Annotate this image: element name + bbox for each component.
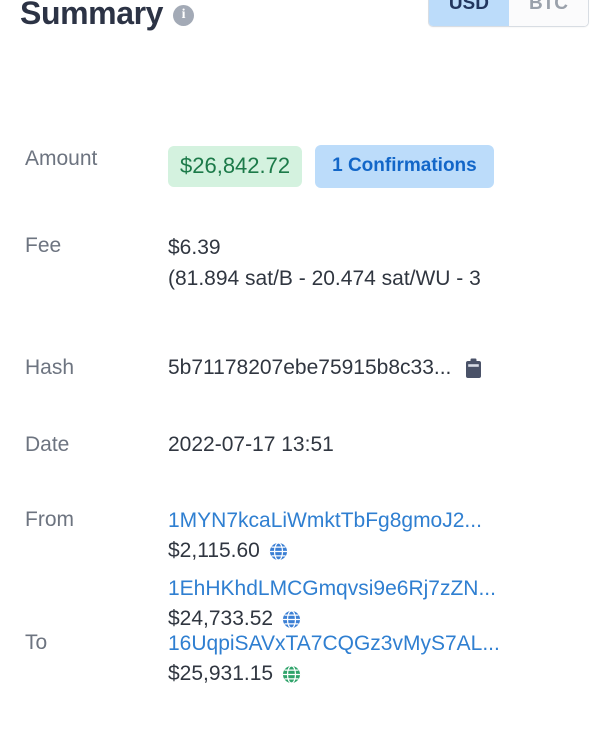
amount-badges: $26,842.72 1 Confirmations [168, 145, 602, 188]
row-label-to: To [25, 631, 48, 654]
to-amount-line: $25,931.15 [168, 659, 602, 689]
fee-amount: $6.39 [168, 236, 221, 259]
from-address-link[interactable]: 1EhHKhdLMCGmqvsi9e6Rj7zZN... [168, 574, 602, 604]
row-value-to: 16UqpiSAVxTA7CQGz3vMyS7AL... $25,931.15 [168, 629, 602, 689]
currency-toggle-btc[interactable]: BTC [508, 0, 588, 26]
amount-badge: $26,842.72 [168, 146, 303, 187]
row-label-amount: Amount [25, 147, 98, 170]
hash-line: 5b71178207ebe75915b8c33... [168, 354, 602, 382]
date-value: 2022-07-17 13:51 [168, 433, 334, 456]
row-amount: Amount $26,842.72 1 Confirmations [0, 132, 602, 228]
row-label-date: Date [25, 433, 70, 456]
row-date: Date 2022-07-17 13:51 [0, 427, 602, 503]
from-address-amount: $2,115.60 [168, 539, 260, 562]
currency-toggle-usd[interactable]: USD [428, 0, 509, 26]
hash-value[interactable]: 5b71178207ebe75915b8c33... [168, 354, 451, 382]
row-value-fee: $6.39 (81.894 sat/B - 20.474 sat/WU - 3 [168, 232, 602, 294]
row-from: From 1MYN7kcaLiWmktTbFg8gmoJ2... $2,115.… [0, 503, 602, 630]
from-address-entry: 1MYN7kcaLiWmktTbFg8gmoJ2... $2,115.60 [168, 506, 602, 566]
to-address-entry: 16UqpiSAVxTA7CQGz3vMyS7AL... $25,931.15 [168, 629, 602, 689]
transaction-summary-panel: Summary i USD BTC Amount $26,842.72 1 Co… [0, 0, 602, 753]
confirmations-badge[interactable]: 1 Confirmations [315, 145, 494, 188]
from-amount-line: $2,115.60 [168, 536, 602, 566]
to-address-amount: $25,931.15 [168, 662, 274, 685]
fee-rate: (81.894 sat/B - 20.474 sat/WU - 3 [168, 267, 481, 290]
globe-icon[interactable] [282, 664, 301, 684]
row-label-from: From [25, 508, 74, 531]
from-address-entry: 1EhHKhdLMCGmqvsi9e6Rj7zZN... $24,733.52 [168, 574, 602, 634]
row-label-fee: Fee [25, 234, 62, 257]
row-to: To 16UqpiSAVxTA7CQGz3vMyS7AL... $25,931.… [0, 626, 602, 719]
info-icon[interactable]: i [173, 4, 195, 26]
row-value-amount: $26,842.72 1 Confirmations [168, 145, 602, 188]
title-group: Summary i [20, 0, 195, 32]
summary-rows: Amount $26,842.72 1 Confirmations Fee $6… [0, 132, 602, 719]
row-fee: Fee $6.39 (81.894 sat/B - 20.474 sat/WU … [0, 228, 602, 348]
row-label-hash: Hash [25, 356, 75, 379]
row-hash: Hash 5b71178207ebe75915b8c33... [0, 348, 602, 427]
to-address-link[interactable]: 16UqpiSAVxTA7CQGz3vMyS7AL... [168, 629, 602, 659]
row-value-date: 2022-07-17 13:51 [168, 431, 602, 459]
from-address-link[interactable]: 1MYN7kcaLiWmktTbFg8gmoJ2... [168, 506, 602, 536]
row-value-from: 1MYN7kcaLiWmktTbFg8gmoJ2... $2,115.60 1E… [168, 506, 602, 634]
row-value-hash: 5b71178207ebe75915b8c33... [168, 354, 602, 382]
globe-icon[interactable] [269, 541, 288, 561]
currency-toggle[interactable]: USD BTC [427, 0, 589, 27]
clipboard-icon[interactable] [465, 358, 482, 379]
summary-header: Summary i USD BTC [0, 0, 602, 46]
page-title: Summary [20, 0, 164, 31]
